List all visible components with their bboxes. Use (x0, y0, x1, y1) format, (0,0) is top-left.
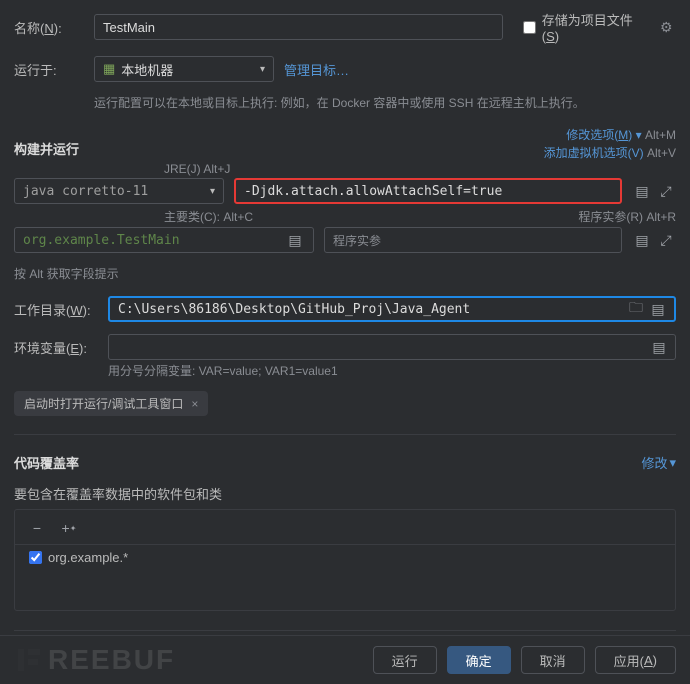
add-icon[interactable]: +✦ (59, 518, 79, 538)
ok-button[interactable]: 确定 (447, 646, 511, 674)
program-args-label: 程序实参(R) Alt+R (578, 208, 676, 225)
work-dir-input[interactable]: C:\Users\86186\Desktop\GitHub_Proj\Java_… (108, 296, 676, 322)
close-icon[interactable]: × (191, 397, 198, 411)
run-on-label: 运行于: (14, 60, 84, 79)
run-on-combo[interactable]: ▦ 本地机器 ▾ (94, 56, 274, 82)
list-icon[interactable]: ▤ (632, 181, 652, 201)
add-vm-options-link[interactable]: 添加虚拟机选项(V) (544, 146, 644, 160)
coverage-packages-label: 要包含在覆盖率数据中的软件包和类 (14, 484, 676, 503)
chevron-down-icon: ▾ (669, 455, 676, 471)
laptop-icon: ▦ (103, 61, 115, 77)
coverage-title: 代码覆盖率 (14, 453, 79, 472)
cancel-button[interactable]: 取消 (521, 646, 585, 674)
open-tool-window-chip[interactable]: 启动时打开运行/调试工具窗口 × (14, 391, 208, 416)
env-input[interactable]: ▤ (108, 334, 676, 360)
list-icon[interactable]: ▤ (285, 230, 305, 250)
modify-options-link[interactable]: 修改选项(M) (566, 128, 635, 142)
list-icon[interactable]: ▤ (648, 299, 668, 319)
coverage-modify-link[interactable]: 修改 (641, 453, 667, 472)
apply-button[interactable]: 应用(A) (595, 646, 676, 674)
program-args-input[interactable]: 程序实参 (324, 227, 622, 253)
name-input[interactable]: TestMain (94, 14, 503, 40)
work-dir-label: 工作目录(W): (14, 300, 98, 319)
run-config-hint: 运行配置可以在本地或目标上执行: 例如，在 Docker 容器中或使用 SSH … (94, 94, 585, 111)
env-hint: 用分号分隔变量: VAR=value; VAR1=value1 (108, 362, 338, 379)
jdk-combo[interactable]: java corretto-11 ▾ (14, 178, 224, 204)
name-label: 名称(N): (14, 18, 84, 37)
remove-icon[interactable]: − (27, 518, 47, 538)
env-label: 环境变量(E): (14, 338, 98, 357)
modify-options-shortcut: Alt+M (645, 128, 676, 142)
chevron-down-icon: ▾ (636, 128, 645, 142)
folder-icon[interactable]: 🗀 (626, 299, 646, 319)
run-button[interactable]: 运行 (373, 646, 437, 674)
chevron-down-icon: ▾ (260, 64, 265, 75)
save-as-project-file-label: 存储为项目文件(S) (542, 10, 647, 44)
main-class-label: 主要类(C): Alt+C (164, 208, 253, 225)
expand-icon[interactable]: ⤢ (656, 181, 676, 201)
main-class-input[interactable]: org.example.TestMain ▤ (14, 227, 314, 253)
coverage-tree: − +✦ org.example.* (14, 509, 676, 611)
coverage-tree-row[interactable]: org.example.* (15, 545, 675, 570)
add-vm-options-shortcut: Alt+V (647, 146, 676, 160)
gear-icon[interactable]: ⚙ (657, 17, 676, 37)
chevron-down-icon: ▾ (210, 186, 215, 197)
list-icon[interactable]: ▤ (632, 230, 652, 250)
list-icon[interactable]: ▤ (649, 337, 669, 357)
alt-hint: 按 Alt 获取字段提示 (14, 265, 676, 282)
jre-label: JRE(J) Alt+J (164, 162, 230, 176)
expand-icon[interactable]: ⤢ (656, 230, 676, 250)
vm-options-input[interactable]: -Djdk.attach.allowAttachSelf=true (234, 178, 622, 204)
coverage-row-checkbox[interactable] (29, 551, 42, 564)
manage-targets-link[interactable]: 管理目标… (284, 60, 349, 79)
save-as-project-file-checkbox[interactable]: 存储为项目文件(S) (523, 10, 647, 44)
build-and-run-title: 构建并运行 (14, 139, 79, 158)
